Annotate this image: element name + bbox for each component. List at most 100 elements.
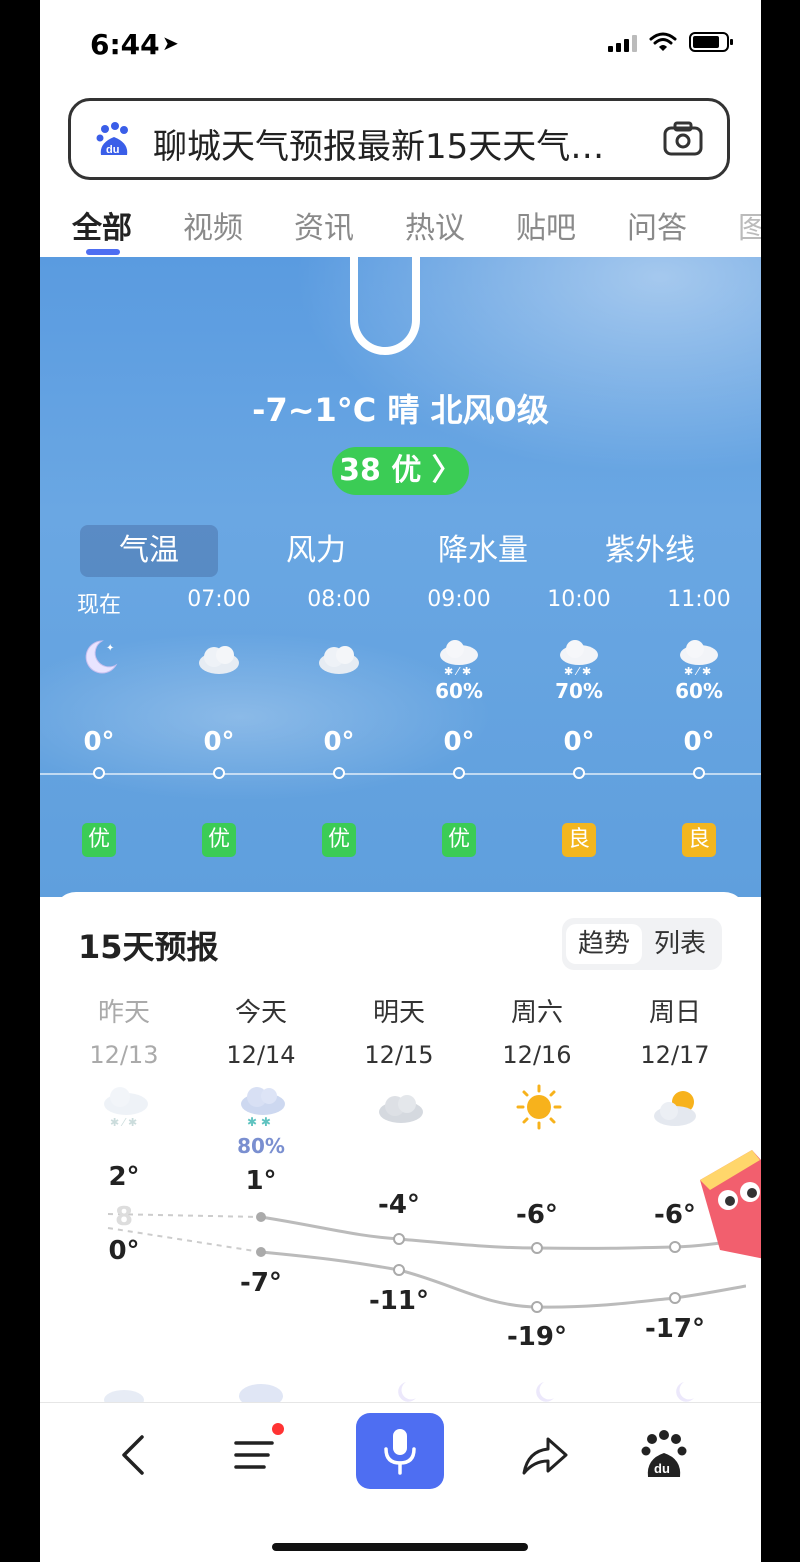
air-quality-badge: 良 [562, 823, 596, 857]
day-date: 12/15 [364, 1041, 434, 1069]
forecast-day[interactable]: 今天 12/14 ✱ ✱ 80% [201, 992, 321, 1158]
baidu-home-icon[interactable]: du [634, 1425, 694, 1485]
svg-text:✱ ⁄ ✱: ✱ ⁄ ✱ [444, 665, 471, 677]
day-low-temp: -7° [240, 1268, 282, 1298]
air-quality-badge: 优 [442, 823, 476, 857]
svg-text:✦: ✦ [106, 643, 114, 654]
tab-qa[interactable]: 问答 [627, 203, 687, 247]
day-name: 明天 [372, 998, 425, 1028]
moon-night-icon: ✦ [85, 640, 118, 674]
share-icon[interactable] [514, 1425, 574, 1485]
hour-item: 08:00 0° [284, 587, 394, 757]
search-box[interactable]: du 聊城天气预报最新15天天气… [68, 98, 730, 180]
forecast-day[interactable]: 周六 12/16 [477, 992, 597, 1130]
day-name: 今天 [234, 998, 287, 1028]
search-query[interactable]: 聊城天气预报最新15天天气… [153, 119, 604, 168]
active-tab-indicator [86, 249, 120, 255]
voice-search-button[interactable] [356, 1413, 444, 1489]
cloudy-icon [319, 646, 359, 674]
hour-item: 09:00 ✱ ⁄ ✱ 60% 0° [404, 587, 514, 757]
air-quality-badge: 优 [82, 823, 116, 857]
low-temp-point [393, 1264, 405, 1276]
day-date: 12/13 [89, 1041, 159, 1069]
hour-temp: 0° [683, 727, 715, 757]
tab-hot-discussion[interactable]: 热议 [405, 203, 465, 247]
partly-cloudy-icon [654, 1091, 696, 1126]
bottom-nav: du [40, 1402, 761, 1562]
day-name: 昨天 [97, 998, 150, 1028]
hourly-temp-line [40, 773, 761, 775]
high-temp-point [669, 1241, 681, 1253]
cloudy-icon [379, 1095, 423, 1123]
screen: 6:44 ➤ du 聊城天气预报最新15天天气… 全部 视频 资讯 热议 贴吧 … [40, 0, 761, 1562]
baidu-paw-icon: du [96, 122, 128, 156]
tab-video[interactable]: 视频 [183, 203, 243, 247]
low-temp-point [669, 1292, 681, 1304]
hour-time: 11:00 [667, 587, 731, 612]
tab-tieba[interactable]: 贴吧 [516, 203, 576, 247]
subtab-temperature[interactable]: 气温 [80, 525, 218, 577]
status-bar: 6:44 ➤ [40, 0, 761, 90]
hour-precip: 60% [675, 679, 723, 703]
tab-images[interactable]: 图 [738, 203, 761, 247]
microphone-icon [384, 1429, 416, 1475]
hour-time: 08:00 [307, 587, 371, 612]
hour-temp: 0° [323, 727, 355, 757]
tab-all[interactable]: 全部 [72, 203, 132, 247]
trend-view-button[interactable]: 趋势 [566, 924, 642, 964]
subtab-wind[interactable]: 风力 [247, 525, 385, 577]
hourly-temp-point [93, 767, 105, 779]
view-toggle: 趋势 列表 [562, 918, 722, 970]
hour-time: 现在 [76, 593, 121, 618]
svg-text:✱ ⁄ ✱: ✱ ⁄ ✱ [684, 665, 711, 677]
hour-temp: 0° [563, 727, 595, 757]
notification-dot [272, 1423, 284, 1435]
wifi-icon [649, 32, 677, 51]
snow-icon: ✱ ✱ [241, 1087, 285, 1129]
battery-icon [689, 32, 733, 52]
svg-text:du: du [106, 144, 119, 156]
hourly-temp-point [453, 767, 465, 779]
day-high-temp: 1° [245, 1166, 277, 1196]
day-low-temp: 0° [108, 1236, 140, 1266]
weather-panel: -7~1°C 晴 北风0级 38 优 〉 气温 风力 降水量 紫外线 现在 ✦ … [40, 247, 761, 897]
sleet-icon: ✱ ⁄ ✱ [440, 640, 478, 677]
hour-temp: 0° [203, 727, 235, 757]
low-temp-point [531, 1301, 543, 1313]
hour-item: 10:00 ✱ ⁄ ✱ 70% 0° [524, 587, 634, 757]
day-precip: 80% [237, 1134, 285, 1158]
air-quality-badge: 优 [202, 823, 236, 857]
high-temp-point [393, 1233, 405, 1245]
high-temp-point [531, 1242, 543, 1254]
status-time: 6:44 [90, 28, 160, 61]
aqi-button[interactable]: 38 优 〉 [332, 447, 469, 495]
hourly-temp-point [333, 767, 345, 779]
tab-news[interactable]: 资讯 [294, 203, 354, 247]
hour-time: 10:00 [547, 587, 611, 612]
back-icon[interactable] [104, 1425, 164, 1485]
svg-text:✱ ✱: ✱ ✱ [247, 1115, 271, 1129]
sunny-icon [516, 1084, 562, 1130]
hourly-temp-point [213, 767, 225, 779]
weather-illustration [350, 247, 420, 355]
high-temp-point [256, 1212, 266, 1222]
hour-item: 11:00 ✱ ⁄ ✱ 60% 0° [644, 587, 754, 757]
svg-text:✱ ⁄ ✱: ✱ ⁄ ✱ [564, 665, 591, 677]
hour-precip: 70% [555, 679, 603, 703]
forecast-day[interactable]: 周日 12/17 [615, 992, 735, 1126]
camera-icon[interactable] [663, 121, 703, 157]
list-view-button[interactable]: 列表 [642, 924, 718, 964]
forecast-day[interactable]: 明天 12/15 [339, 992, 459, 1123]
day-low-temp: -19° [507, 1322, 567, 1352]
cloudy-icon [199, 646, 239, 674]
hour-precip: 60% [435, 679, 483, 703]
subtab-uv[interactable]: 紫外线 [581, 525, 719, 577]
hour-item: 现在 ✦ 0° [44, 587, 154, 757]
hourly-temp-point [693, 767, 705, 779]
subtab-precipitation[interactable]: 降水量 [414, 525, 552, 577]
forecast-day[interactable]: 昨天 12/13 ✱ ⁄ ✱ [64, 992, 184, 1129]
hour-item: 07:00 0° [164, 587, 274, 757]
mascot-sticker-icon[interactable] [690, 1150, 761, 1260]
hourly-temp-point [573, 767, 585, 779]
low-temp-point [256, 1247, 266, 1257]
